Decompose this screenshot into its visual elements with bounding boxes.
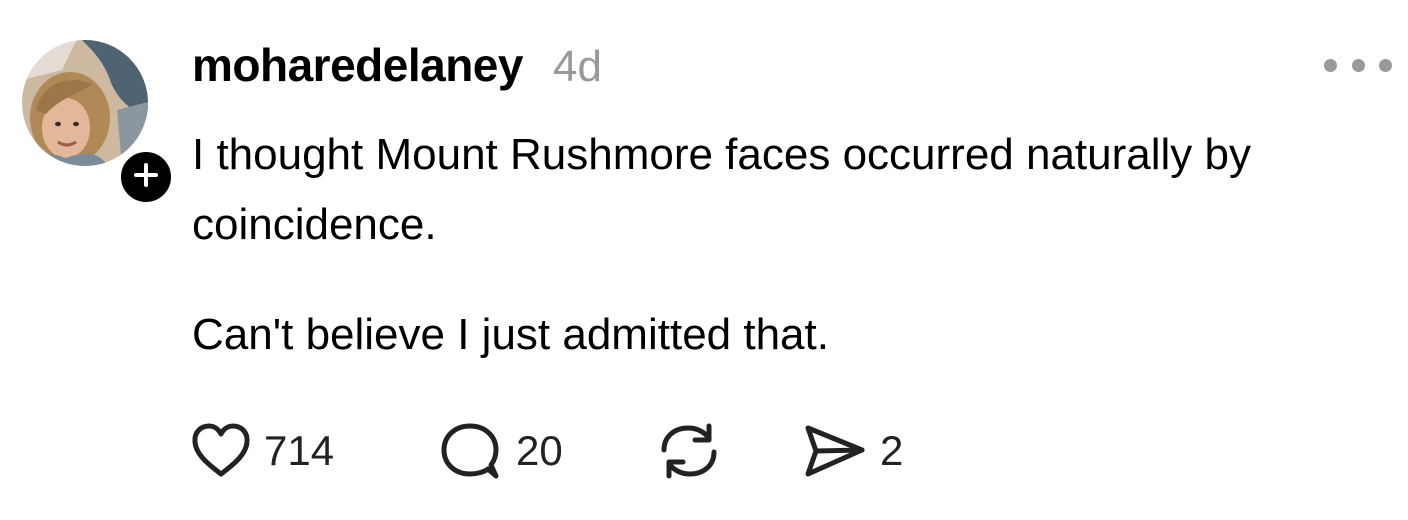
share-button[interactable]: 2: [802, 420, 903, 482]
ellipsis-icon: [1379, 58, 1392, 72]
reply-count: 20: [516, 427, 563, 474]
ellipsis-icon: [1324, 58, 1337, 72]
post-paragraph: Can't believe I just admitted that.: [192, 310, 829, 359]
post-paragraph: I thought Mount Rushmore faces occurred …: [192, 130, 1251, 249]
post-body: I thought Mount Rushmore faces occurred …: [192, 120, 1312, 370]
avatar-container: [22, 40, 177, 208]
heart-icon: [190, 422, 252, 480]
follow-button[interactable]: [115, 146, 177, 208]
paper-plane-icon: [802, 420, 868, 482]
plus-icon: [133, 162, 159, 193]
repost-arrows-icon: [656, 420, 722, 482]
reply-button[interactable]: 20: [438, 420, 563, 482]
username[interactable]: moharedelaney: [192, 38, 523, 92]
ellipsis-icon: [1351, 58, 1365, 72]
more-options-button[interactable]: [1324, 54, 1392, 76]
thread-post: moharedelaney 4d I thought Mount Rushmor…: [0, 0, 1408, 520]
repost-button[interactable]: [656, 420, 722, 482]
speech-bubble-icon: [438, 420, 504, 482]
like-count: 714: [264, 427, 335, 474]
timestamp[interactable]: 4d: [553, 42, 602, 92]
post-header: moharedelaney 4d: [192, 38, 602, 94]
like-button[interactable]: 714: [190, 420, 334, 482]
avatar[interactable]: [22, 40, 148, 166]
share-count: 2: [880, 427, 904, 474]
